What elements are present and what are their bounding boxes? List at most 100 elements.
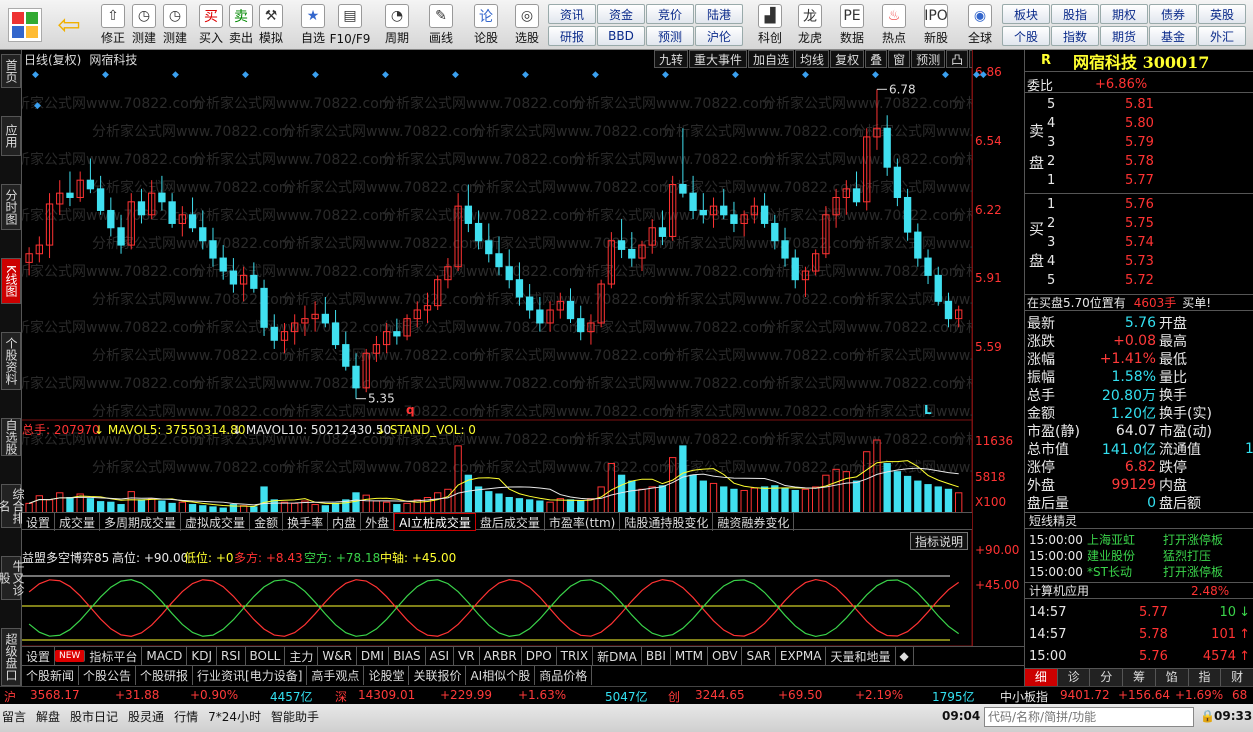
chart-tool-8[interactable]: 凸 [946,50,969,68]
volume-tab-4[interactable]: 金额 [250,513,284,531]
nav-item-2[interactable]: 分时图 [1,184,21,230]
nav-item-1[interactable]: 应用 [1,116,21,156]
indicator-tab-13[interactable]: ARBR [480,647,522,665]
nav-item-4[interactable]: 个股资料 [1,332,21,390]
bottom-item-5[interactable]: 7*24小时 [208,708,261,725]
toolbar-star-button[interactable]: ★ 自选 [296,2,330,48]
toolbar-hammer-button[interactable]: ⚒ 模拟 [254,2,288,48]
toolbar-pe-button[interactable]: PE 数据 [835,2,869,48]
chart-tool-1[interactable]: 重大事件 [689,50,748,68]
volume-tab-3[interactable]: 虚拟成交量 [181,513,251,531]
toolbar-buy-button[interactable]: 买买入 [194,2,228,48]
indicator-tab-21[interactable]: EXPMA [776,647,827,665]
quote-tab-1[interactable]: 诊 [1057,669,1091,686]
indicator-tab-23[interactable]: ◆ [896,647,914,665]
quick-button[interactable]: 资讯 [548,4,596,24]
buy-level-row[interactable]: 3 5.74 [1025,234,1253,251]
chart-tool-5[interactable]: 叠 [865,50,888,68]
volume-tab-10[interactable]: 市盈率(ttm) [545,513,621,531]
news-tab-3[interactable]: 行业资讯[电力设备] [193,666,308,685]
nav-item-0[interactable]: 首页 [1,54,21,88]
sector-row[interactable]: 计算机应用 2.48% [1025,582,1253,599]
quick-button[interactable]: 研报 [548,26,596,46]
indicator-help-button[interactable]: 指标说明 [910,532,969,550]
toolbar-select-button[interactable]: ◎ 选股 [510,2,544,48]
quick-button[interactable]: 陆港 [695,4,743,24]
sz-index[interactable]: 14309.01 [358,688,415,702]
quote-tab-3[interactable]: 筹 [1123,669,1156,686]
bottom-item-0[interactable]: 留言 [2,708,26,725]
indicator-tab-8[interactable]: W&R [318,647,357,665]
quote-tab-4[interactable]: 馅 [1155,669,1189,686]
quick-button[interactable]: 个股 [1002,26,1050,46]
zx-index[interactable]: 9401.72 [1060,688,1110,702]
bottom-item-1[interactable]: 解盘 [36,708,60,725]
volume-tab-11[interactable]: 陆股通持股变化 [620,513,714,531]
quick-button[interactable]: 竞价 [646,4,694,24]
nav-item-5[interactable]: 自选股 [1,418,21,456]
news-tab-5[interactable]: 论股堂 [364,666,410,685]
chart-tool-0[interactable]: 九转 [654,50,689,68]
quick-button[interactable]: 指数 [1051,26,1099,46]
toolbar-up-arrow-button[interactable]: ⇧ 修正 [96,2,130,48]
news-tab-4[interactable]: 高手观点 [307,666,365,685]
volume-tab-2[interactable]: 多周期成交量 [100,513,182,531]
bottom-item-2[interactable]: 股市日记 [70,708,118,725]
indicator-tab-19[interactable]: OBV [708,647,743,665]
volume-tab-5[interactable]: 换手率 [283,513,329,531]
nav-item-7[interactable]: 牛叉诊股 [0,556,25,600]
volume-tab-6[interactable]: 内盘 [328,513,362,531]
indicator-tab-4[interactable]: KDJ [187,647,217,665]
quote-tab-2[interactable]: 分 [1090,669,1124,686]
sell-level-row[interactable]: 3 5.79 [1025,134,1253,151]
code-search-input[interactable] [984,707,1194,727]
sell-level-row[interactable]: 5 5.81 [1025,96,1253,113]
app-logo-icon[interactable] [8,8,42,42]
toolbar-cycle-button[interactable]: ◔ 周期 [380,2,414,48]
news-tab-0[interactable]: 个股新闻 [22,666,80,685]
kline-svg[interactable]: 分析家公式网www.70822.com分析家公式网www.70822.com分析… [22,68,972,646]
chart-tool-3[interactable]: 均线 [795,50,830,68]
short-item[interactable]: 15:00:00 上海亚虹 打开涨停板 [1025,531,1253,548]
toolbar-dragon-button[interactable]: 龙龙虎 [793,2,827,48]
quick-button[interactable]: 板块 [1002,4,1050,24]
quote-tab-0[interactable]: 细 [1025,669,1058,686]
quick-button[interactable]: 期货 [1100,26,1148,46]
short-item[interactable]: 15:00:00 *ST长动 打开涨停板 [1025,563,1253,580]
sell-level-row[interactable]: 4 5.80 [1025,115,1253,132]
buy-level-row[interactable]: 4 5.73 [1025,253,1253,270]
news-tab-6[interactable]: 关联报价 [409,666,467,685]
indicator-tab-17[interactable]: BBI [642,647,671,665]
nav-item-8[interactable]: 超级盘口 [1,628,21,686]
quick-button[interactable]: BBD [597,26,645,46]
quick-button[interactable]: 预测 [646,26,694,46]
indicator-tab-20[interactable]: SAR [742,647,776,665]
toolbar-pen-button[interactable]: ✎ 画线 [424,2,458,48]
nav-item-3[interactable]: K线图 [1,258,21,304]
volume-tab-9[interactable]: 盘后成交量 [476,513,545,531]
quick-button[interactable]: 资金 [597,4,645,24]
buy-level-row[interactable]: 1 5.76 [1025,196,1253,213]
indicator-tab-16[interactable]: 新DMA [593,647,642,665]
indicator-tab-11[interactable]: ASI [426,647,455,665]
volume-tab-12[interactable]: 融资融券变化 [713,513,795,531]
toolbar-clock-button[interactable]: ◷ 测建 [158,2,192,48]
indicator-tab-0[interactable]: 设置 [22,647,56,665]
bottom-item-3[interactable]: 股灵通 [128,708,164,725]
indicator-tab-10[interactable]: BIAS [389,647,426,665]
quote-tab-5[interactable]: 指 [1188,669,1222,686]
quick-button[interactable]: 外汇 [1198,26,1246,46]
sell-level-row[interactable]: 1 5.77 [1025,172,1253,189]
nav-item-6[interactable]: 综合排名 [0,484,25,528]
indicator-tab-1[interactable]: NEW [55,650,86,662]
chart-tool-6[interactable]: 窗 [888,50,911,68]
buy-level-row[interactable]: 5 5.72 [1025,272,1253,289]
indicator-tab-2[interactable]: 指标平台 [85,647,143,665]
chart-tool-2[interactable]: 加自选 [748,50,795,68]
toolbar-talk-button[interactable]: 论论股 [469,2,503,48]
quick-button[interactable]: 期权 [1100,4,1148,24]
short-item[interactable]: 15:00:00 建业股份 猛烈打压 [1025,547,1253,564]
toolbar-sell-button[interactable]: 卖卖出 [224,2,258,48]
news-tab-2[interactable]: 个股研报 [136,666,194,685]
indicator-tab-9[interactable]: DMI [357,647,390,665]
